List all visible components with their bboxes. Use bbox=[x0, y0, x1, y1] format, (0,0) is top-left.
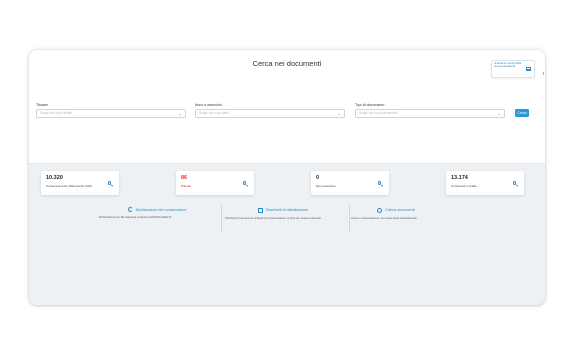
doctype-filter-label: Tipo di documento bbox=[355, 103, 385, 107]
scroll-marker bbox=[543, 72, 544, 75]
feature-declarations[interactable]: Dichiarazioni del conservatore Dichiaraz… bbox=[99, 207, 215, 233]
year-filter: Anno e esercizio Scegli uno o più anni ⌄ bbox=[195, 103, 345, 118]
refresh-icon bbox=[127, 207, 133, 212]
app-window: Cerca nei documenti Guarda le novità del… bbox=[29, 50, 545, 305]
search-icon[interactable] bbox=[377, 181, 381, 185]
doctype-select[interactable]: Scegli uno o più documenti ⌄ bbox=[355, 109, 505, 118]
feature-distribution-packages[interactable]: Pacchetti di distribuzione Pacchetti di … bbox=[225, 207, 341, 233]
chevron-down-icon: ⌄ bbox=[497, 111, 501, 116]
whats-new-box[interactable]: Guarda le novità della nuova interfaccia bbox=[491, 60, 535, 78]
stat-value: 10.320 bbox=[46, 175, 63, 181]
year-filter-label: Anno e esercizio bbox=[195, 103, 222, 107]
search-icon[interactable] bbox=[107, 181, 111, 185]
stat-caption: Conservati in totale bbox=[451, 184, 477, 188]
feature-title[interactable]: Dichiarazioni del conservatore bbox=[136, 208, 187, 212]
divider bbox=[349, 205, 350, 233]
year-select-placeholder: Scegli uno o più anni bbox=[199, 111, 229, 115]
owner-filter-label: Titolare bbox=[36, 103, 48, 107]
search-panel: Cerca nei documenti Guarda le novità del… bbox=[29, 50, 545, 163]
divider bbox=[221, 205, 222, 233]
doctype-select-placeholder: Scegli uno o più documenti bbox=[359, 111, 398, 115]
owner-select[interactable]: Scegli uno o più titolari ⌄ bbox=[36, 109, 186, 118]
search-icon[interactable] bbox=[242, 181, 246, 185]
year-select[interactable]: Scegli uno o più anni ⌄ bbox=[195, 109, 345, 118]
whats-new-text[interactable]: Guarda le novità della nuova interfaccia bbox=[494, 61, 524, 69]
feature-title[interactable]: Pacchetti di distribuzione bbox=[266, 208, 308, 212]
owner-select-placeholder: Scegli uno o più titolari bbox=[40, 111, 73, 115]
search-button[interactable]: Cerca bbox=[515, 109, 529, 117]
stat-value: 0 bbox=[316, 175, 320, 181]
page-title: Cerca nei documenti bbox=[252, 59, 322, 68]
stat-caption: Conservati Anno Riferimento 2024 bbox=[46, 184, 92, 188]
folder-icon bbox=[258, 208, 263, 213]
feature-description: Pacchetti di documenti richiesti in cons… bbox=[225, 216, 321, 220]
chevron-down-icon: ⌄ bbox=[178, 111, 182, 116]
cloud-upload-icon bbox=[377, 208, 383, 213]
window-icon bbox=[526, 67, 531, 71]
feature-upload-documents[interactable]: Carica documenti Invia in conservazione … bbox=[351, 207, 441, 233]
stat-card-rejected[interactable]: 86 Rifiutati bbox=[176, 171, 254, 195]
feature-title[interactable]: Carica documenti bbox=[385, 208, 415, 212]
chevron-down-icon: ⌄ bbox=[337, 111, 341, 116]
stat-card-archived-total[interactable]: 13.174 Conservati in totale bbox=[446, 171, 524, 195]
search-icon[interactable] bbox=[512, 181, 516, 185]
stat-caption: Rifiutati bbox=[181, 184, 192, 188]
stat-value: 86 bbox=[181, 175, 188, 181]
feature-description: Dichiarazioni per SIL deleteria conforma… bbox=[99, 215, 172, 219]
stat-card-archived-year[interactable]: 10.320 Conservati Anno Riferimento 2024 bbox=[41, 171, 119, 195]
stat-card-pending[interactable]: 0 Da processare bbox=[311, 171, 389, 195]
stat-caption: Da processare bbox=[316, 184, 336, 188]
stat-value: 13.174 bbox=[451, 175, 468, 181]
doctype-filter: Tipo di documento Scegli uno o più docum… bbox=[355, 103, 505, 118]
owner-filter: Titolare Scegli uno o più titolari ⌄ bbox=[36, 103, 186, 118]
feature-description: Invia in conservazione i tuoi documenti … bbox=[351, 216, 417, 220]
